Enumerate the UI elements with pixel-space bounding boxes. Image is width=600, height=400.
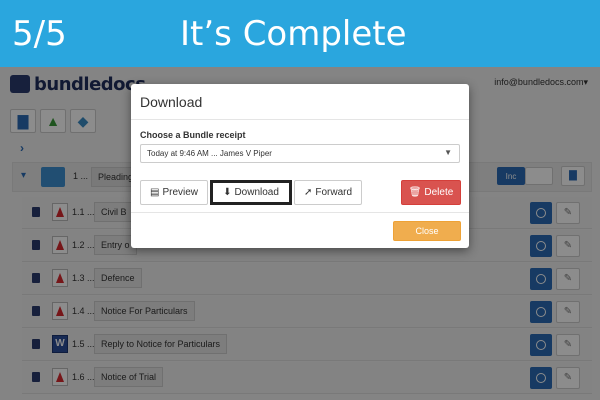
step-counter: 5/5: [12, 14, 67, 54]
receipt-selected-value: Today at 9:46 AM ... James V Piper: [147, 149, 272, 158]
close-button[interactable]: Close: [393, 221, 461, 241]
dropdown-caret-icon: ▼: [444, 148, 452, 157]
forward-label: Forward: [315, 187, 353, 198]
forward-icon: ➚: [303, 187, 313, 198]
download-dialog: Download Choose a Bundle receipt Today a…: [131, 84, 469, 248]
preview-icon: ▤: [149, 187, 160, 198]
trash-icon: 🗑: [408, 187, 422, 198]
forward-button[interactable]: ➚ Forward: [294, 180, 362, 205]
banner-headline: It’s Complete: [180, 14, 407, 54]
divider: [131, 212, 469, 213]
delete-button[interactable]: 🗑 Delete: [401, 180, 461, 205]
tutorial-banner: 5/5 It’s Complete: [0, 0, 600, 67]
dialog-title: Download: [140, 94, 203, 110]
receipt-label: Choose a Bundle receipt: [140, 130, 246, 140]
download-button[interactable]: ⬇ Download: [210, 180, 292, 205]
preview-button[interactable]: ▤ Preview: [140, 180, 208, 205]
download-label: Download: [234, 187, 279, 198]
delete-label: Delete: [424, 187, 454, 198]
receipt-select[interactable]: Today at 9:46 AM ... James V Piper ▼: [140, 144, 460, 163]
divider: [131, 119, 469, 120]
download-icon: ⬇: [223, 187, 232, 198]
preview-label: Preview: [162, 187, 199, 198]
